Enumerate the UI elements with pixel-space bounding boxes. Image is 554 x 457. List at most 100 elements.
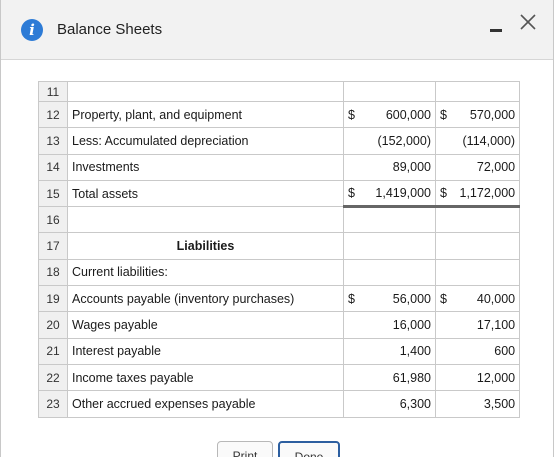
current-year-currency xyxy=(343,363,366,392)
prior-year-currency xyxy=(435,232,456,260)
prior-year-value: 72,000 xyxy=(455,153,521,181)
minimize-button[interactable] xyxy=(490,21,504,39)
table-row: 22 Income taxes payable 61,980 12,000 xyxy=(38,363,521,392)
table-row: 16 xyxy=(38,206,521,234)
current-year-currency: $ xyxy=(343,100,366,129)
current-year-value xyxy=(365,232,436,260)
prior-year-value xyxy=(455,206,521,234)
current-year-value: (152,000) xyxy=(365,127,436,155)
table-row: 23 Other accrued expenses payable 6,300 3,5… xyxy=(38,390,521,418)
row-label: Wages payable xyxy=(67,311,344,339)
current-year-currency: $ xyxy=(343,285,366,313)
current-year-value: 89,000 xyxy=(365,153,436,181)
row-number: 13 xyxy=(38,127,68,155)
dialog-titlebar: i Balance Sheets xyxy=(1,0,553,60)
row-number: 11 xyxy=(38,81,68,102)
info-icon: i xyxy=(21,19,43,41)
row-label: Other accrued expenses payable xyxy=(67,390,344,418)
current-year-value xyxy=(365,258,436,287)
balance-sheet-table: 11 12 Property, plant, and equipment $600,0… xyxy=(38,81,521,418)
current-year-currency xyxy=(343,390,366,418)
current-year-value xyxy=(365,81,436,102)
table-row: 18 Current liabilities: xyxy=(38,258,521,287)
row-label xyxy=(67,81,344,102)
row-number: 22 xyxy=(38,363,68,392)
table-row: 11 xyxy=(38,81,521,102)
prior-year-value xyxy=(455,232,521,260)
current-year-value: 56,000 xyxy=(365,285,436,313)
row-label: Total assets xyxy=(67,179,344,208)
current-year-currency: $ xyxy=(343,179,366,209)
table-row: 17 Liabilities xyxy=(38,232,521,260)
minimize-icon xyxy=(490,29,502,32)
current-year-value: 600,000 xyxy=(365,100,436,129)
row-number: 15 xyxy=(38,179,68,208)
row-number: 21 xyxy=(38,337,68,365)
prior-year-currency: $ xyxy=(435,100,456,129)
prior-year-currency xyxy=(435,81,456,102)
row-number: 19 xyxy=(38,285,68,313)
prior-year-currency: $ xyxy=(435,179,456,209)
current-year-value: 16,000 xyxy=(365,311,436,339)
prior-year-value: 570,000 xyxy=(455,100,521,129)
row-number: 18 xyxy=(38,258,68,287)
row-number: 16 xyxy=(38,206,68,234)
current-year-value xyxy=(365,206,436,234)
prior-year-currency: $ xyxy=(435,285,456,313)
current-year-currency xyxy=(343,153,366,181)
row-number: 20 xyxy=(38,311,68,339)
current-year-currency xyxy=(343,206,366,234)
row-number: 12 xyxy=(38,100,68,129)
prior-year-value: 12,000 xyxy=(455,363,521,392)
row-label xyxy=(67,206,344,234)
prior-year-value xyxy=(455,81,521,102)
current-year-currency xyxy=(343,337,366,365)
prior-year-currency xyxy=(435,337,456,365)
current-year-value: 6,300 xyxy=(365,390,436,418)
table-row: 21 Interest payable 1,400 600 xyxy=(38,337,521,365)
done-button[interactable]: Done xyxy=(278,441,340,457)
prior-year-currency xyxy=(435,206,456,234)
current-year-currency xyxy=(343,311,366,339)
table-row: 12 Property, plant, and equipment $600,000… xyxy=(38,100,521,129)
table-row: 20 Wages payable 16,000 17,100 xyxy=(38,311,521,339)
prior-year-currency xyxy=(435,311,456,339)
current-year-value: 1,419,000 xyxy=(365,179,436,209)
row-label: Income taxes payable xyxy=(67,363,344,392)
dialog-content: 11 12 Property, plant, and equipment $600,0… xyxy=(1,61,553,457)
close-button[interactable] xyxy=(518,12,538,32)
row-number: 23 xyxy=(38,390,68,418)
row-label: Property, plant, and equipment xyxy=(67,100,344,129)
table-row: 15 Total assets $1,419,000 $1,172,000 xyxy=(38,179,521,209)
prior-year-value: 1,172,000 xyxy=(455,179,521,209)
prior-year-currency xyxy=(435,258,456,287)
row-label: Less: Accumulated depreciation xyxy=(67,127,344,155)
current-year-value: 1,400 xyxy=(365,337,436,365)
prior-year-currency xyxy=(435,390,456,418)
prior-year-currency xyxy=(435,153,456,181)
current-year-currency xyxy=(343,127,366,155)
prior-year-currency xyxy=(435,127,456,155)
dialog-title: Balance Sheets xyxy=(57,21,163,38)
balance-sheets-dialog: i Balance Sheets 11 12 Property, plant, an… xyxy=(0,0,554,457)
prior-year-value: (114,000) xyxy=(455,127,521,155)
table-row: 13 Less: Accumulated depreciation (152,000… xyxy=(38,127,521,155)
prior-year-value xyxy=(455,258,521,287)
row-label: Interest payable xyxy=(67,337,344,365)
prior-year-currency xyxy=(435,363,456,392)
table-row: 19 Accounts payable (inventory purchases)… xyxy=(38,285,521,313)
current-year-currency xyxy=(343,232,366,260)
prior-year-value: 40,000 xyxy=(455,285,521,313)
current-year-currency xyxy=(343,258,366,287)
current-year-currency xyxy=(343,81,366,102)
print-button[interactable]: Print xyxy=(217,441,273,457)
prior-year-value: 600 xyxy=(455,337,521,365)
row-number: 14 xyxy=(38,153,68,181)
current-year-value: 61,980 xyxy=(365,363,436,392)
prior-year-value: 3,500 xyxy=(455,390,521,418)
row-label: Accounts payable (inventory purchases) xyxy=(67,285,344,313)
close-icon xyxy=(520,14,536,30)
prior-year-value: 17,100 xyxy=(455,311,521,339)
table-row: 14 Investments 89,000 72,000 xyxy=(38,153,521,181)
row-number: 17 xyxy=(38,232,68,260)
